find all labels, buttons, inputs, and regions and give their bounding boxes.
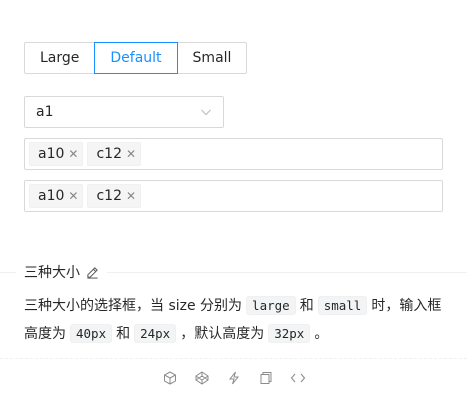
tag-c12: c12 ✕	[87, 184, 142, 208]
close-icon[interactable]: ✕	[126, 148, 136, 160]
chevron-down-icon	[200, 106, 212, 118]
desc-text: 和	[299, 298, 314, 314]
close-icon[interactable]: ✕	[68, 148, 78, 160]
tag-label: a10	[38, 146, 65, 162]
code-icon[interactable]	[290, 370, 306, 386]
code-large: large	[246, 296, 296, 315]
section-title-text: 三种大小	[24, 265, 80, 281]
size-default-button[interactable]: Default	[94, 42, 178, 74]
edit-icon[interactable]	[86, 266, 99, 279]
desc-text: ，默认高度为	[180, 326, 265, 342]
code-24px: 24px	[134, 324, 177, 343]
thunderbolt-icon[interactable]	[226, 370, 242, 386]
section-description: 三种大小的选择框，当 size 分别为 large 和 small 时，输入框高度为 40…	[24, 292, 444, 348]
tag-label: c12	[96, 188, 122, 204]
close-icon[interactable]: ✕	[68, 190, 78, 202]
code-small: small	[317, 296, 368, 315]
size-large-button[interactable]: Large	[24, 42, 96, 74]
tag-label: a10	[38, 188, 65, 204]
code-32px: 32px	[268, 324, 311, 343]
desc-text: 三种大小的选择框，当 size 分别为	[24, 298, 243, 314]
codepen-icon[interactable]	[194, 370, 210, 386]
codesandbox-icon[interactable]	[162, 370, 178, 386]
close-icon[interactable]: ✕	[126, 190, 136, 202]
desc-text: 和	[116, 326, 131, 342]
copy-icon[interactable]	[258, 370, 274, 386]
multi-select-1[interactable]: a10 ✕ c12 ✕	[24, 138, 443, 170]
actions-divider	[0, 358, 467, 359]
code-40px: 40px	[70, 324, 113, 343]
size-small-button[interactable]: Small	[176, 42, 248, 74]
tag-a10: a10 ✕	[29, 142, 84, 166]
tag-label: c12	[96, 146, 122, 162]
single-select-value: a1	[36, 104, 54, 120]
section-title: 三种大小	[16, 262, 107, 282]
code-actions	[0, 370, 467, 386]
multi-select-2[interactable]: a10 ✕ c12 ✕	[24, 180, 443, 212]
tag-a10: a10 ✕	[29, 184, 84, 208]
tag-c12: c12 ✕	[87, 142, 142, 166]
desc-text: 。	[314, 326, 329, 342]
size-radio-group: Large Default Small	[24, 42, 248, 74]
single-select[interactable]: a1	[24, 96, 224, 128]
